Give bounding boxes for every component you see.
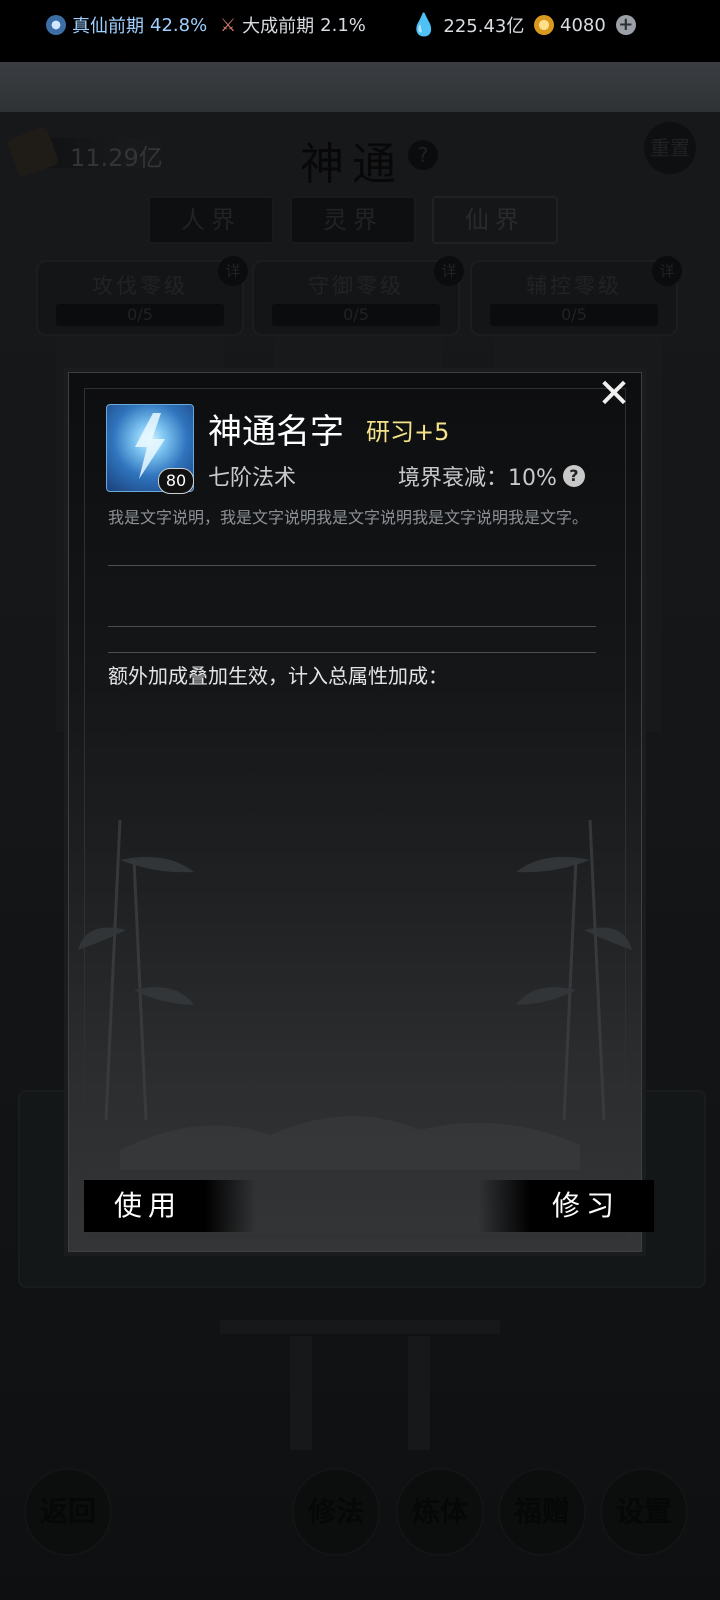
- use-button[interactable]: 使用: [84, 1180, 256, 1232]
- cultivation-realm-percent: 42.8%: [150, 14, 208, 36]
- spirit-stone-counter: 💧 225.43亿: [410, 12, 524, 38]
- yin-yang-icon: [46, 15, 66, 35]
- decay-help-icon[interactable]: ?: [562, 465, 585, 487]
- bamboo-left-decoration: [78, 820, 194, 1120]
- divider: [108, 652, 596, 653]
- bonus-section-title: 额外加成叠加生效，计入总属性加成：: [108, 664, 448, 688]
- gold-counter: 4080 +: [534, 12, 636, 38]
- realm-decay-text: 境界衰减：10%: [398, 466, 557, 491]
- cultivation-realm-name: 真仙前期: [72, 16, 144, 37]
- divider: [108, 626, 596, 627]
- cultivation-realm: 真仙前期 42.8%: [46, 12, 207, 38]
- bamboo-right-decoration: [516, 820, 632, 1120]
- gold-value: 4080: [560, 14, 606, 36]
- spirit-stone-value: 225.43亿: [443, 16, 525, 37]
- skill-name: 神通名字: [208, 412, 344, 452]
- study-level: 研习+5: [366, 418, 450, 446]
- close-icon[interactable]: ✕: [596, 374, 632, 414]
- coin-icon: [534, 15, 554, 35]
- skill-level-badge: 80: [158, 468, 194, 494]
- study-button[interactable]: 修习: [478, 1180, 654, 1232]
- sword-icon: ⚔: [220, 14, 237, 36]
- skill-description: 我是文字说明，我是文字说明我是文字说明我是文字说明我是文字。: [108, 508, 589, 527]
- body-realm-percent: 2.1%: [320, 14, 366, 36]
- add-gold-button[interactable]: +: [615, 15, 636, 35]
- mountain-mist-decoration: [120, 1116, 580, 1170]
- divider: [108, 565, 596, 566]
- skill-class: 七阶法术: [208, 466, 297, 491]
- water-drop-icon: 💧: [410, 12, 438, 38]
- realm-decay: 境界衰减：10% ?: [398, 460, 585, 492]
- body-realm: ⚔ 大成前期 2.1%: [220, 12, 366, 38]
- resource-bar: [0, 62, 720, 113]
- body-realm-name: 大成前期: [242, 16, 315, 37]
